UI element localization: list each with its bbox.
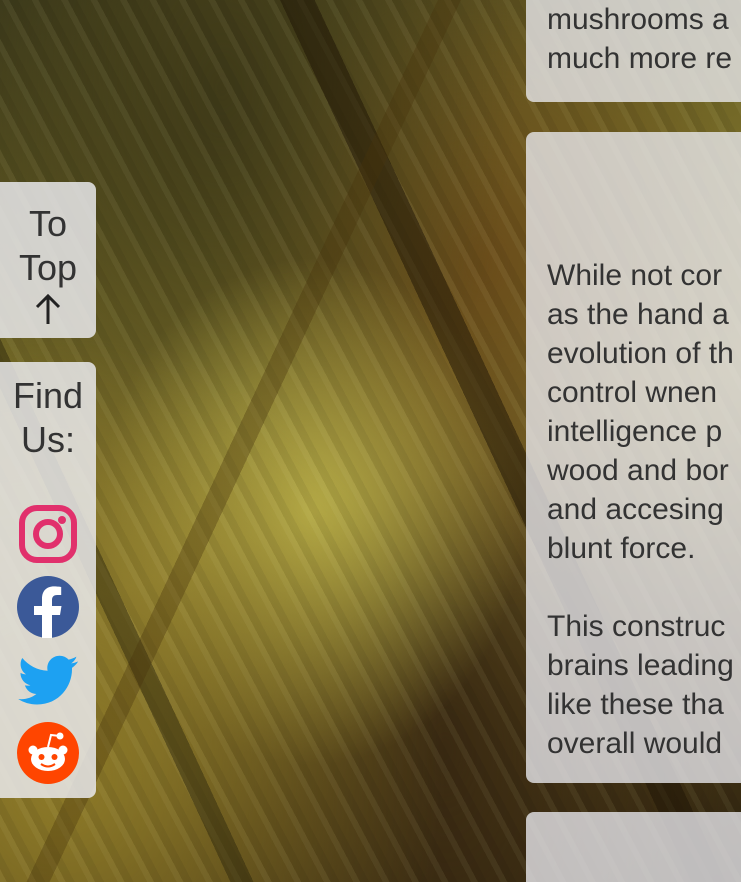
instagram-icon[interactable] [16,502,80,566]
paragraph-line: This construc [547,610,726,643]
find-us-label-line2: Us: [21,419,75,460]
paragraph-line: intelligence p [547,415,723,448]
content-card-top: mushrooms a much more re [526,0,741,102]
paragraph-line: evolution of th [547,337,734,370]
to-top-button[interactable]: To Top [0,182,96,338]
paragraph-line: control wnen [547,376,718,409]
content-card-middle: While not cor as the hand a evolution of… [526,132,741,783]
to-top-label-line1: To [28,203,68,244]
card-top-line: much more re [547,42,733,75]
page-background: { "to_top": { "label_line1": "To", "labe… [0,0,741,882]
find-us-label-line1: Find [12,375,84,416]
facebook-icon[interactable] [16,575,80,639]
content-card-bottom [526,812,741,882]
reddit-icon[interactable] [16,721,80,785]
paragraph-line: blunt force. [547,532,696,565]
paragraph-line: and accesing [547,493,724,526]
paragraph-line: overall would [547,727,723,760]
paragraph-line: like these tha [547,688,724,721]
paragraph-line: wood and bor [547,454,729,487]
paragraph-line: as the hand a [547,298,729,331]
find-us-panel: Find Us: [0,362,96,798]
arrow-up-icon [35,293,61,324]
card-top-line: mushrooms a [547,3,729,36]
paragraph-line: While not cor [547,259,723,292]
paragraph-line: brains leading [547,649,734,682]
twitter-icon[interactable] [16,648,80,712]
to-top-label-line2: Top [18,247,78,288]
